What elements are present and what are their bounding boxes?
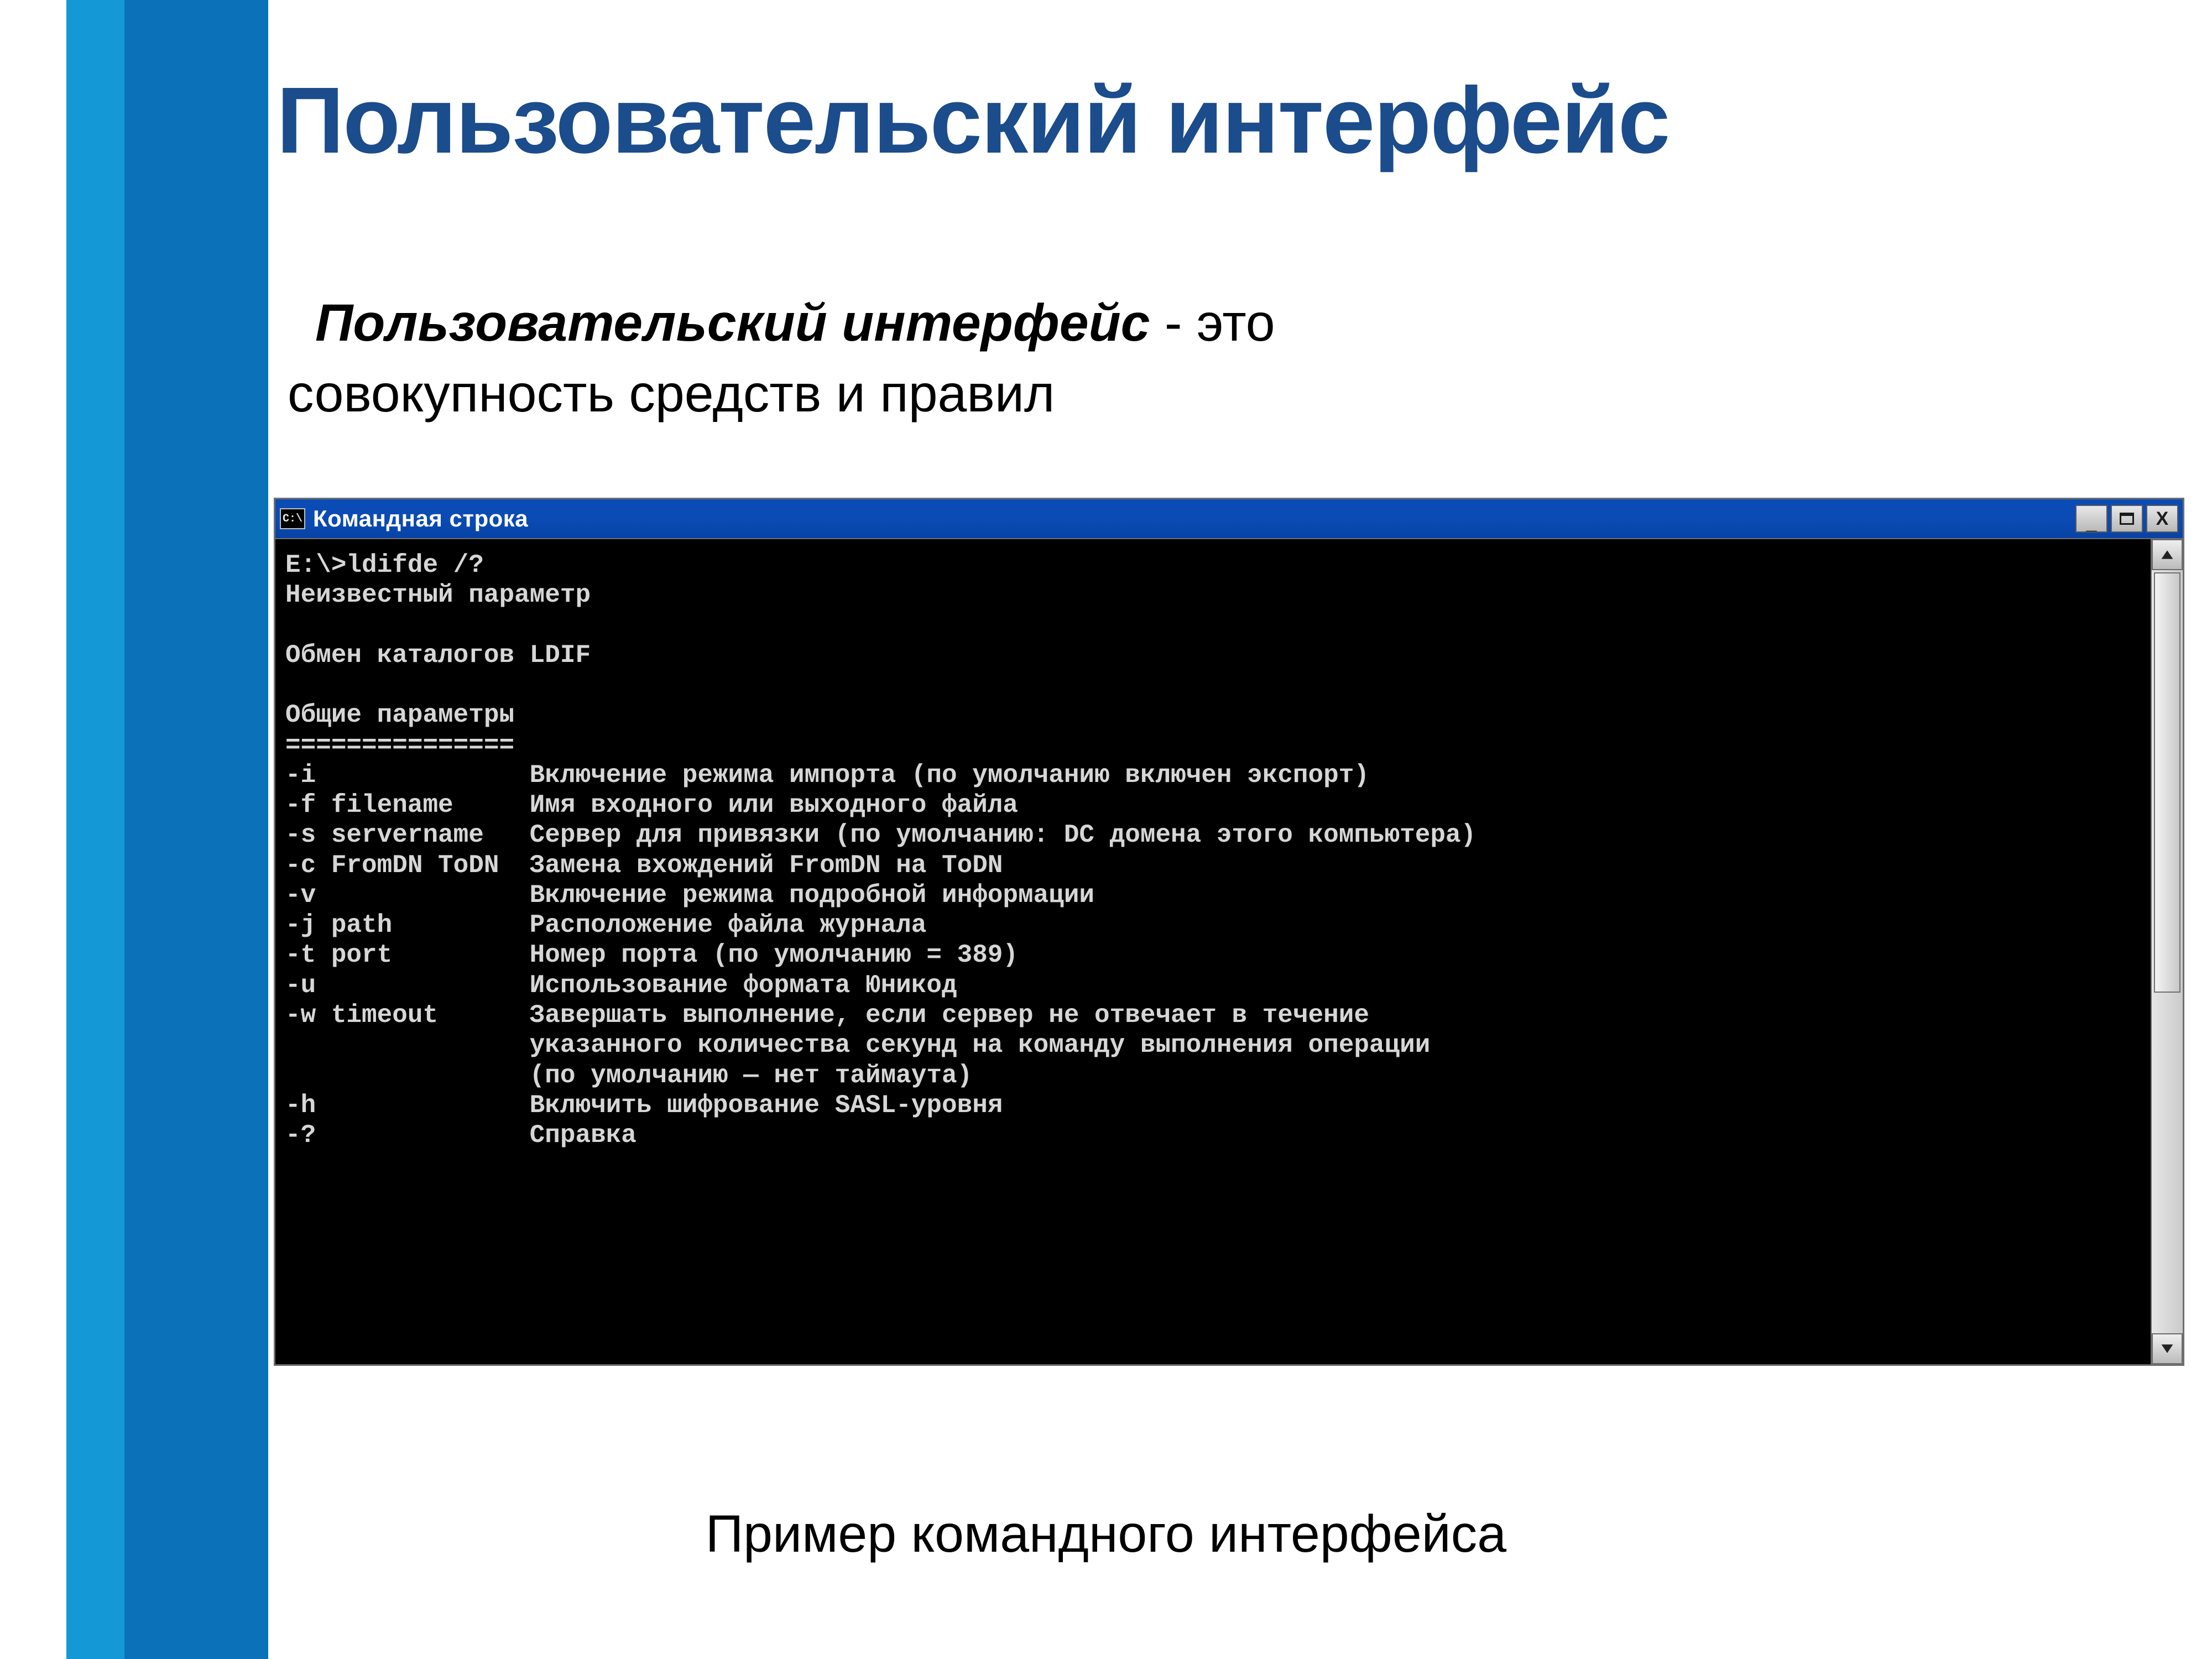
chevron-up-icon [2160,547,2174,562]
vertical-scrollbar[interactable] [2151,539,2183,1364]
slide: Пользовательский интерфейс Пользовательс… [0,0,2212,1659]
minimize-button[interactable]: _ [2075,505,2107,533]
definition-term: Пользовательский интерфейс [315,294,1150,352]
definition-line2: совокупность средств и правил [288,364,1055,423]
scroll-down-button[interactable] [2152,1333,2183,1364]
close-button[interactable]: X [2146,505,2178,533]
scroll-thumb[interactable] [2154,572,2180,993]
command-prompt-window: C:\ Командная строка _ X E:\>ldifde /? Н… [274,498,2184,1366]
close-icon: X [2156,509,2169,528]
scroll-up-button[interactable] [2152,539,2183,570]
slide-caption: Пример командного интерфейса [0,1504,2212,1564]
slide-title: Пользовательский интерфейс [276,66,1669,175]
cmd-icon: C:\ [280,508,305,529]
maximize-button[interactable] [2111,505,2143,533]
decor-stripe-dark [124,0,268,1659]
definition-text: Пользовательский интерфейс - это совокуп… [288,288,2057,430]
window-title-text: Командная строка [313,505,2075,532]
maximize-icon [2120,513,2134,525]
console-output[interactable]: E:\>ldifde /? Неизвестный параметр Обмен… [275,539,2151,1364]
definition-rest1: - это [1150,294,1275,352]
minimize-icon: _ [2086,514,2097,533]
chevron-down-icon [2160,1342,2174,1356]
scroll-track[interactable] [2152,570,2183,1333]
cmd-icon-text: C:\ [283,513,302,525]
decor-stripe-light [66,0,124,1659]
window-titlebar[interactable]: C:\ Командная строка _ X [275,499,2183,538]
console-body: E:\>ldifde /? Неизвестный параметр Обмен… [275,538,2183,1364]
window-controls: _ X [2075,505,2178,533]
